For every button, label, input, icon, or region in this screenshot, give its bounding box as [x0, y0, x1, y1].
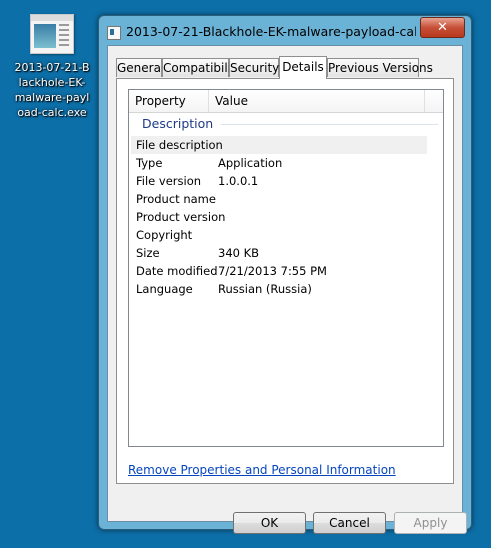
column-header-property[interactable]: Property	[129, 90, 209, 112]
property-value: 340 KB	[218, 246, 260, 260]
desktop-file-label: 2013-07-21-Blackhole-EK-malware-payload-…	[14, 61, 90, 119]
property-value: Russian (Russia)	[218, 282, 312, 296]
tab-compatibility[interactable]: Compatibility	[162, 58, 243, 77]
list-item[interactable]: Product version	[131, 208, 427, 226]
property-name: Product name	[136, 192, 216, 206]
ok-button[interactable]: OK	[233, 512, 306, 534]
tab-details[interactable]: Details	[279, 56, 327, 79]
desktop-file-item[interactable]: 2013-07-21-Blackhole-EK-malware-payload-…	[10, 14, 94, 120]
dialog-client: General Compatibility Security Details P…	[107, 45, 467, 534]
property-value: Application	[218, 156, 283, 170]
window-title: 2013-07-21-Blackhole-EK-malware-payload-…	[126, 24, 416, 39]
apply-button[interactable]: Apply	[394, 512, 467, 534]
property-name: Type	[136, 156, 163, 170]
list-item[interactable]: Date modified 7/21/2013 7:55 PM	[131, 262, 427, 280]
properties-list[interactable]: Property Value Description File descript…	[128, 89, 444, 447]
property-value: 1.0.0.1	[218, 174, 259, 188]
property-name: Language	[136, 282, 193, 296]
column-header-value[interactable]: Value	[209, 90, 425, 112]
property-name: Copyright	[136, 228, 193, 242]
list-item[interactable]: Product name	[131, 190, 427, 208]
property-name: File version	[136, 174, 202, 188]
property-name: Size	[136, 246, 160, 260]
properties-window: 2013-07-21-Blackhole-EK-malware-payload-…	[98, 15, 472, 534]
list-item[interactable]: Copyright	[131, 226, 427, 244]
exe-window-icon	[107, 26, 121, 40]
property-name: Date modified	[136, 264, 218, 278]
list-item[interactable]: File description	[131, 136, 427, 154]
property-name: Product version	[136, 210, 226, 224]
tab-security[interactable]: Security	[229, 58, 279, 77]
list-item[interactable]: Language Russian (Russia)	[131, 280, 427, 298]
cancel-button[interactable]: Cancel	[313, 512, 386, 534]
remove-properties-link[interactable]: Remove Properties and Personal Informati…	[128, 463, 396, 477]
tab-general[interactable]: General	[116, 58, 164, 77]
close-button[interactable]: ✕	[420, 17, 465, 38]
property-value: 7/21/2013 7:55 PM	[218, 264, 327, 278]
exe-file-icon	[30, 14, 74, 54]
details-panel: Property Value Description File descript…	[116, 78, 454, 484]
list-item[interactable]: File version 1.0.0.1	[131, 172, 427, 190]
title-bar[interactable]: 2013-07-21-Blackhole-EK-malware-payload-…	[99, 16, 471, 46]
property-name: File description	[136, 138, 223, 152]
list-item[interactable]: Size 340 KB	[131, 244, 427, 262]
close-icon: ✕	[437, 20, 448, 35]
tab-previous-versions[interactable]: Previous Versions	[327, 58, 433, 77]
list-header: Property Value	[129, 90, 443, 113]
list-item[interactable]: Type Application	[131, 154, 427, 172]
group-header-description: Description	[135, 115, 438, 133]
